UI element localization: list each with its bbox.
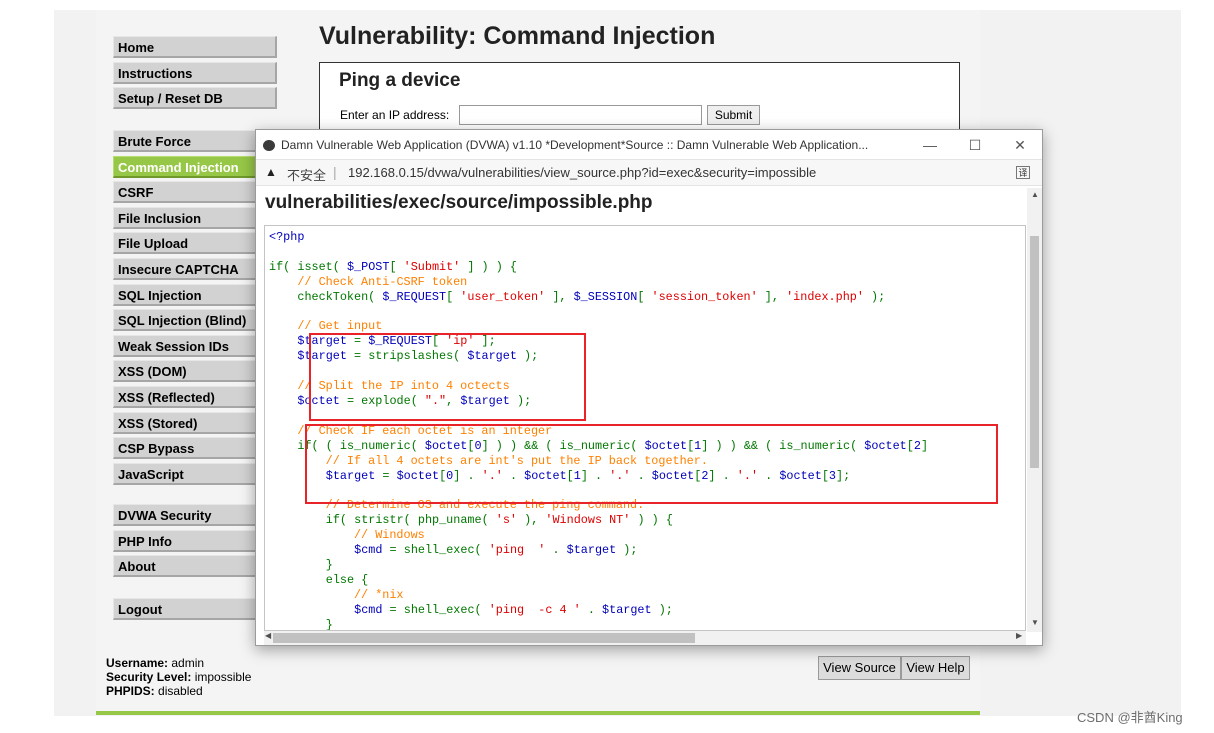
popup-titlebar[interactable]: Damn Vulnerable Web Application (DVWA) v… [256, 130, 1042, 159]
code-line: } [325, 557, 333, 572]
phpids-value: disabled [158, 684, 203, 698]
sidebar-item-setup-reset-db[interactable]: Setup / Reset DB [113, 87, 277, 109]
sidebar-item-brute-force[interactable]: Brute Force [113, 130, 277, 152]
page-title: Vulnerability: Command Injection [319, 22, 716, 50]
code-line: checkToken( $_REQUEST[ 'user_token' ], $… [297, 289, 886, 304]
minimize-icon[interactable]: — [918, 136, 942, 154]
sidebar-item-command-injection[interactable]: Command Injection [113, 156, 277, 178]
code-line: } [325, 617, 333, 631]
maximize-icon[interactable]: ☐ [963, 136, 987, 154]
sidebar-item-dvwa-security[interactable]: DVWA Security [113, 504, 277, 526]
sidebar-item-logout[interactable]: Logout [113, 598, 277, 620]
highlight-box-octet-check [305, 424, 998, 504]
sidebar-item-file-inclusion[interactable]: File Inclusion [113, 207, 277, 229]
sidebar-item-instructions[interactable]: Instructions [113, 62, 277, 84]
sidebar-item-about[interactable]: About [113, 555, 277, 577]
code-line: if( stristr( php_uname( 's' ), 'Windows … [325, 513, 673, 528]
highlight-box-input [309, 333, 586, 421]
scroll-left-icon[interactable]: ◀ [265, 631, 271, 640]
sidebar-item-xss-stored[interactable]: XSS (Stored) [113, 412, 277, 434]
sidebar-item-xss-dom[interactable]: XSS (DOM) [113, 360, 277, 382]
user-info: Username: admin Security Level: impossib… [106, 656, 251, 698]
code-line: $cmd = shell_exec( 'ping -c 4 ' . $targe… [354, 602, 673, 617]
username-value: admin [171, 656, 205, 670]
sidebar-item-csp-bypass[interactable]: CSP Bypass [113, 437, 277, 459]
url-text[interactable]: 192.168.0.15/dvwa/vulnerabilities/view_s… [348, 165, 816, 180]
address-bar[interactable]: ▲ 不安全 | 192.168.0.15/dvwa/vulnerabilitie… [256, 159, 1042, 186]
scroll-down-icon[interactable]: ▼ [1031, 618, 1039, 627]
security-level-value: impossible [194, 670, 252, 684]
code-line: else { [325, 572, 369, 587]
scroll-up-icon[interactable]: ▲ [1031, 190, 1039, 199]
code-line: $cmd = shell_exec( 'ping ' . $target ); [354, 543, 638, 558]
username-label: Username: [106, 656, 169, 670]
code-line: // *nix [353, 587, 404, 602]
sidebar-item-sql-injection-blind[interactable]: SQL Injection (Blind) [113, 309, 277, 331]
code-line: // Windows [353, 528, 425, 543]
sidebar-item-csrf[interactable]: CSRF [113, 181, 277, 203]
code-line: // Get input [297, 319, 383, 334]
vertical-scrollbar[interactable]: ▲ ▼ [1027, 188, 1042, 632]
view-source-button[interactable]: View Source [818, 656, 901, 680]
vertical-scroll-thumb[interactable] [1030, 236, 1039, 468]
insecure-label: 不安全 [287, 168, 327, 183]
translate-icon[interactable]: 译 [1016, 166, 1030, 179]
code-line: if( isset( $_POST[ 'Submit' ] ) ) { [269, 259, 518, 274]
address-separator: | [333, 164, 337, 180]
code-line: <?php [269, 230, 305, 244]
source-file-heading: vulnerabilities/exec/source/impossible.p… [265, 192, 653, 213]
watermark: CSDN @非酋King [1077, 710, 1183, 725]
dvwa-favicon-icon [263, 140, 275, 151]
sidebar-item-weak-session-ids[interactable]: Weak Session IDs [113, 335, 277, 357]
close-icon[interactable]: ✕ [1008, 136, 1032, 154]
sidebar-item-home[interactable]: Home [113, 36, 277, 58]
submit-button[interactable]: Submit [707, 105, 760, 125]
security-level-label: Security Level: [106, 670, 192, 684]
code-line: // Check Anti-CSRF token [297, 274, 468, 289]
ping-title: Ping a device [339, 70, 461, 91]
sidebar-item-sql-injection[interactable]: SQL Injection [113, 284, 277, 306]
footer-bar [96, 711, 980, 715]
horizontal-scrollbar[interactable]: ◀ ▶ [264, 631, 1026, 645]
sidebar-item-insecure-captcha[interactable]: Insecure CAPTCHA [113, 258, 277, 280]
phpids-label: PHPIDS: [106, 684, 155, 698]
ip-address-input[interactable] [459, 105, 702, 125]
sidebar-item-file-upload[interactable]: File Upload [113, 232, 277, 254]
warning-icon: ▲ [265, 165, 277, 179]
sidebar-item-php-info[interactable]: PHP Info [113, 530, 277, 552]
sidebar-item-xss-reflected[interactable]: XSS (Reflected) [113, 386, 277, 408]
popup-title: Damn Vulnerable Web Application (DVWA) v… [281, 138, 869, 152]
sidebar-item-javascript[interactable]: JavaScript [113, 463, 277, 485]
horizontal-scroll-thumb[interactable] [273, 633, 695, 643]
ip-address-label: Enter an IP address: [340, 108, 450, 122]
view-help-button[interactable]: View Help [901, 656, 970, 680]
scroll-right-icon[interactable]: ▶ [1016, 631, 1022, 640]
